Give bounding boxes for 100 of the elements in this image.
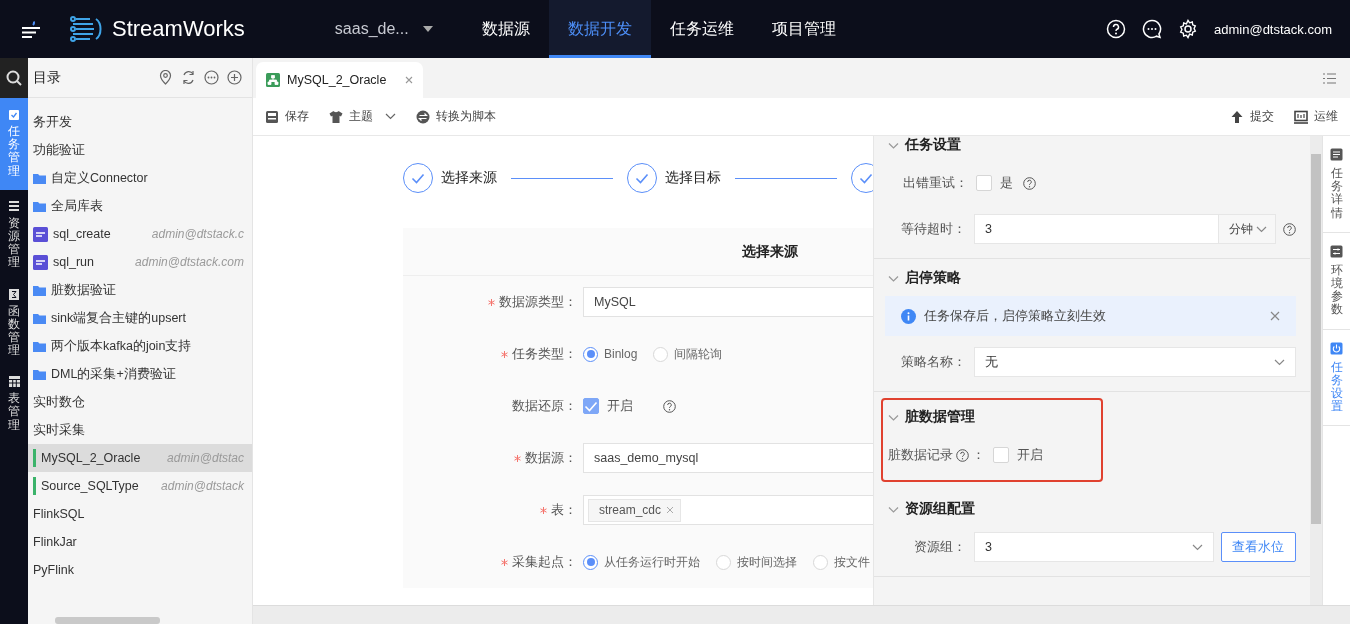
tree-item[interactable]: Source_SQLType admin@dtstack [28,472,252,500]
folder-icon [33,340,46,352]
chevron-down-icon [1274,358,1285,366]
radio-option[interactable]: 按时间选择 [716,553,797,571]
folder-icon [33,284,46,296]
more-icon[interactable] [204,70,219,85]
scrollbar-thumb[interactable] [55,617,160,624]
tree-item[interactable]: FlinkJar [28,528,252,556]
close-button[interactable] [1270,311,1280,321]
section-header[interactable]: 任务设置 [888,136,961,160]
rail-nav-item[interactable]: 函数管理 [0,277,28,366]
grid-icon [7,375,21,389]
clipboard-check-icon [7,108,21,121]
side-tab[interactable]: 环境参数 [1323,232,1350,330]
logo-icon [70,16,104,42]
field-label: 资源组： [914,538,967,556]
chat-icon[interactable] [1142,19,1163,39]
info-icon [901,308,916,324]
tree-item[interactable]: sql_create admin@dtstack.c [28,220,252,248]
tree-item[interactable]: FlinkSQL [28,500,252,528]
search-button[interactable] [0,58,28,98]
alert-text: 任务保存后，启停策略立刻生效 [924,307,1106,325]
scrollbar-thumb[interactable] [1311,154,1321,524]
checkbox-label: 是 [1000,174,1013,192]
toolbar-button[interactable]: 主题 [329,108,396,125]
toolbar-button[interactable]: 提交 [1230,108,1274,125]
tree-item[interactable]: 两个版本kafka的join支持 [28,332,252,360]
tree-item[interactable]: 脏数据验证 [28,276,252,304]
tree-item[interactable]: PyFlink [28,556,252,584]
field-label: 脏数据记录 [888,446,953,464]
select-field[interactable]: 3 [974,532,1214,562]
list-icon [7,199,21,213]
editor-tab[interactable]: MySQL_2_Oracle [256,62,423,98]
project-select[interactable]: saas_de... [334,20,433,38]
caret-down-icon [422,26,433,32]
field-label: 策略名称： [901,353,967,371]
location-pin-icon[interactable] [158,70,173,85]
close-icon[interactable] [405,76,413,84]
radio-option[interactable]: 按文件 [813,553,870,571]
rail-nav-item[interactable]: 资源管理 [0,189,28,278]
folder-icon [33,200,46,212]
document-icon [1330,148,1343,161]
sql-file-icon [33,254,48,270]
shirt-icon [329,109,343,124]
rail-nav-item[interactable]: 表管理 [0,365,28,440]
tree-item[interactable]: MySQL_2_Oracle admin@dtstac [28,444,252,472]
checkbox[interactable] [976,175,992,191]
radio-option[interactable]: 从任务运行时开始 [583,553,700,571]
tree-item[interactable]: DML的采集+消费验证 [28,360,252,388]
input-field[interactable]: saas_demo_mysql [583,443,873,473]
chevron-down-icon [1256,225,1268,233]
settings-icon[interactable] [1178,19,1199,39]
tree-item[interactable]: 务开发 [28,108,252,136]
radio-option[interactable]: Binlog [583,346,638,362]
checkbox[interactable] [583,398,599,414]
nav-tab[interactable]: 项目管理 [752,0,855,58]
tree-item[interactable]: 自定义Connector [28,164,252,192]
toolbar-button[interactable]: 转换为脚本 [416,108,496,125]
radio-option[interactable]: 间隔轮询 [653,345,723,363]
sliders-icon [1330,244,1343,258]
add-icon[interactable] [227,70,242,85]
chevron-down-icon [385,113,396,120]
nav-tab[interactable]: 任务运维 [650,0,753,58]
sidebar-title: 目录 [33,68,61,87]
toolbar-button[interactable]: 运维 [1294,108,1338,125]
tree-item[interactable]: sql_run admin@dtstack.com [28,248,252,276]
tag-select-field[interactable]: stream_cdc [583,495,873,525]
input-field[interactable]: 3 [973,214,1220,244]
field-label: 数据还原： [512,397,577,415]
field-label: 数据源： [525,449,577,467]
user-name[interactable]: admin@dtstack.com [1214,21,1332,37]
field-label: 采集起点： [512,553,577,571]
help-icon[interactable] [1106,19,1127,39]
side-tab[interactable]: 任务详情 [1323,136,1350,233]
check-icon [635,172,649,184]
section-header[interactable]: 脏数据管理 [888,402,975,432]
sql-file-icon [33,226,48,242]
section-header[interactable]: 资源组配置 [888,494,975,524]
field-label: 任务类型： [512,345,577,363]
tree-item[interactable]: 实时数仓 [28,388,252,416]
nav-tab[interactable]: 数据开发 [548,0,651,58]
check-icon [584,400,598,412]
select-field[interactable]: 无 [974,347,1296,377]
list-button[interactable] [1323,72,1336,84]
close-icon [1270,311,1280,321]
water-level-button[interactable]: 查看水位 [1220,532,1296,562]
nav-tab[interactable]: 数据源 [462,0,549,58]
tree-item[interactable]: 全局库表 [28,192,252,220]
section-header[interactable]: 启停策略 [888,263,961,293]
tree-item[interactable]: 实时采集 [28,416,252,444]
tree-item[interactable]: sink端复合主键的upsert [28,304,252,332]
unit-select[interactable]: 分钟 [1219,214,1276,244]
tree-item[interactable]: 功能验证 [28,136,252,164]
rail-nav-item[interactable]: 任务管理 [0,98,28,190]
refresh-icon[interactable] [181,70,196,85]
brand-name: StreamWorks [112,16,245,42]
input-field[interactable]: MySQL [583,287,873,317]
side-tab[interactable]: 任务设置 [1323,329,1350,427]
checkbox[interactable] [993,447,1009,463]
toolbar-button[interactable]: 保存 [265,108,309,125]
